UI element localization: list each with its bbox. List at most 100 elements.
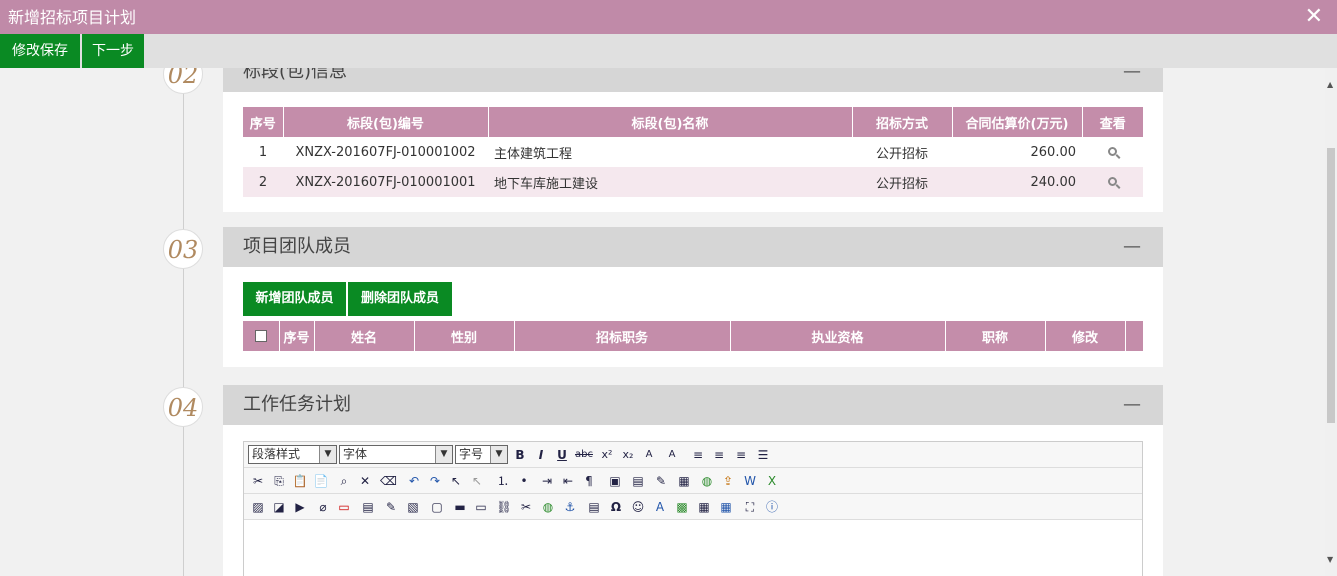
symbol-icon[interactable]: A bbox=[652, 499, 668, 515]
chevron-down-icon: ▼ bbox=[490, 446, 507, 463]
textbox-icon[interactable]: ▢ bbox=[429, 499, 445, 515]
delete-icon[interactable]: ✕ bbox=[357, 473, 373, 489]
col-header-spacer bbox=[1125, 321, 1143, 351]
collapse-icon[interactable]: — bbox=[1123, 68, 1141, 92]
preview-icon[interactable]: ▦ bbox=[676, 473, 692, 489]
save-button[interactable]: 修改保存 bbox=[0, 34, 80, 68]
toolbar: 修改保存 下一步 bbox=[0, 34, 1337, 68]
excel-icon[interactable]: X bbox=[764, 473, 780, 489]
special-char-icon[interactable]: Ω bbox=[608, 499, 624, 515]
window-titlebar: 新增招标项目计划 ✕ bbox=[0, 0, 1337, 34]
next-step-button[interactable]: 下一步 bbox=[82, 34, 144, 68]
font-color-icon[interactable]: A bbox=[641, 447, 657, 463]
font-size-select[interactable]: 字号 ▼ bbox=[455, 445, 508, 464]
step-number-03: 03 bbox=[163, 229, 203, 269]
unlink-icon[interactable]: ✂ bbox=[518, 499, 534, 515]
about-icon[interactable]: ⓘ bbox=[764, 499, 780, 515]
highlight-color-icon[interactable]: A bbox=[664, 447, 680, 463]
table-icon[interactable]: ▤ bbox=[360, 499, 376, 515]
edit-icon[interactable]: ✎ bbox=[653, 473, 669, 489]
link-icon[interactable]: ⛓ bbox=[496, 499, 512, 515]
text-color-icon[interactable]: ▣ bbox=[607, 473, 623, 489]
subscript-icon[interactable]: x₂ bbox=[620, 447, 636, 463]
emoticon-icon[interactable]: ☺ bbox=[630, 499, 646, 515]
form-edit-icon[interactable]: ▧ bbox=[405, 499, 421, 515]
align-right-icon[interactable]: ≡ bbox=[733, 447, 749, 463]
table-row: 1 XNZX-201607FJ-010001002 主体建筑工程 公开招标 26… bbox=[243, 137, 1143, 167]
search-icon[interactable] bbox=[1108, 146, 1117, 156]
attachment-icon[interactable]: ⌀ bbox=[315, 499, 331, 515]
collapse-icon[interactable]: — bbox=[1123, 385, 1141, 425]
select-icon[interactable]: ↖ bbox=[448, 473, 464, 489]
paragraph-style-select[interactable]: 段落样式 ▼ bbox=[248, 445, 337, 464]
undo-icon[interactable]: ↶ bbox=[406, 473, 422, 489]
image-icon[interactable]: ▨ bbox=[250, 499, 266, 515]
outdent-icon[interactable]: ⇤ bbox=[560, 473, 576, 489]
ordered-list-icon[interactable]: ⒈ bbox=[495, 473, 511, 489]
collapse-icon[interactable]: — bbox=[1123, 227, 1141, 267]
add-member-button[interactable]: 新增团队成员 bbox=[243, 282, 346, 316]
form-icon[interactable]: ✎ bbox=[383, 499, 399, 515]
cell-code: XNZX-201607FJ-010001001 bbox=[283, 167, 488, 197]
template-icon[interactable]: ▭ bbox=[336, 499, 352, 515]
scroll-up-icon[interactable]: ▲ bbox=[1327, 80, 1333, 89]
scrollbar-thumb[interactable] bbox=[1327, 148, 1335, 423]
align-center-icon[interactable]: ≡ bbox=[711, 447, 727, 463]
col-header: 合同估算价(万元) bbox=[952, 107, 1083, 137]
redo-icon[interactable]: ↷ bbox=[427, 473, 443, 489]
editor-toolbar-row-3: ▨ ◪ ▶ ⌀ ▭ ▤ ✎ ▧ ▢ ▬ ▭ ⛓ ✂ ◍ ⚓ ▤ Ω ☺ A ▩ bbox=[244, 494, 1142, 520]
cell-method: 公开招标 bbox=[852, 167, 952, 197]
vertical-scrollbar[interactable]: ▲ ▼ bbox=[1325, 68, 1337, 576]
input-icon[interactable]: ▭ bbox=[473, 499, 489, 515]
editor-toolbar-row-2: ✂ ⎘ 📋 📄 ⌕ ✕ ⌫ ↶ ↷ ↖ ↖ ⒈ • ⇥ ⇤ ¶ ▣ ▤ ✎ ▦ bbox=[244, 468, 1142, 494]
align-justify-icon[interactable]: ☰ bbox=[755, 447, 771, 463]
find-icon[interactable]: ⌕ bbox=[336, 473, 352, 489]
font-select[interactable]: 字体 ▼ bbox=[339, 445, 453, 464]
quote-icon[interactable]: ▩ bbox=[674, 499, 690, 515]
globe-icon[interactable]: ◍ bbox=[699, 473, 715, 489]
eraser-icon[interactable]: ⌫ bbox=[380, 473, 397, 489]
grid-icon[interactable]: ▦ bbox=[718, 499, 734, 515]
bg-color-icon[interactable]: ▤ bbox=[630, 473, 646, 489]
code-icon[interactable]: ▦ bbox=[696, 499, 712, 515]
paste-icon[interactable]: 📋 bbox=[292, 473, 308, 489]
italic-icon[interactable]: I bbox=[533, 447, 549, 463]
editor-text-area[interactable] bbox=[244, 520, 1142, 576]
unordered-list-icon[interactable]: • bbox=[516, 473, 532, 489]
page-icon[interactable]: ▤ bbox=[586, 499, 602, 515]
paste-text-icon[interactable]: 📄 bbox=[313, 473, 329, 489]
panel-title: 项目团队成员 bbox=[243, 236, 351, 257]
strikethrough-icon[interactable]: abc bbox=[575, 447, 593, 463]
select-all-checkbox[interactable] bbox=[254, 330, 267, 342]
media-icon[interactable]: ▶ bbox=[292, 499, 308, 515]
select-all-icon[interactable]: ↖ bbox=[469, 473, 485, 489]
step-number-04: 04 bbox=[163, 387, 203, 427]
col-header: 序号 bbox=[279, 321, 315, 351]
search-icon[interactable] bbox=[1108, 176, 1117, 186]
underline-icon[interactable]: U bbox=[554, 447, 570, 463]
font-size-value: 字号 bbox=[459, 447, 484, 461]
close-icon[interactable]: ✕ bbox=[1305, 0, 1323, 34]
delete-member-button[interactable]: 删除团队成员 bbox=[348, 282, 452, 316]
cell-index: 2 bbox=[243, 167, 283, 197]
cut-icon[interactable]: ✂ bbox=[250, 473, 266, 489]
upload-icon[interactable]: ⇪ bbox=[720, 473, 736, 489]
word-icon[interactable]: W bbox=[742, 473, 758, 489]
anchor-icon[interactable]: ⚓ bbox=[562, 499, 578, 515]
col-header: 标段(包)名称 bbox=[488, 107, 853, 137]
flash-icon[interactable]: ◪ bbox=[271, 499, 287, 515]
indent-icon[interactable]: ⇥ bbox=[539, 473, 555, 489]
copy-icon[interactable]: ⎘ bbox=[271, 473, 287, 489]
paragraph-icon[interactable]: ¶ bbox=[581, 473, 597, 489]
hr-icon[interactable]: ▬ bbox=[452, 499, 468, 515]
col-header: 执业资格 bbox=[730, 321, 946, 351]
table-header-row: 序号 姓名 性别 招标职务 执业资格 职称 修改 bbox=[243, 321, 1143, 351]
fullscreen-icon[interactable]: ⛶ bbox=[742, 499, 758, 515]
align-left-icon[interactable]: ≡ bbox=[690, 447, 706, 463]
bold-icon[interactable]: B bbox=[512, 447, 528, 463]
web-icon[interactable]: ◍ bbox=[540, 499, 556, 515]
scroll-down-icon[interactable]: ▼ bbox=[1327, 555, 1333, 564]
superscript-icon[interactable]: x² bbox=[599, 447, 615, 463]
table-row: 2 XNZX-201607FJ-010001001 地下车库施工建设 公开招标 … bbox=[243, 167, 1143, 197]
font-value: 字体 bbox=[343, 447, 368, 461]
